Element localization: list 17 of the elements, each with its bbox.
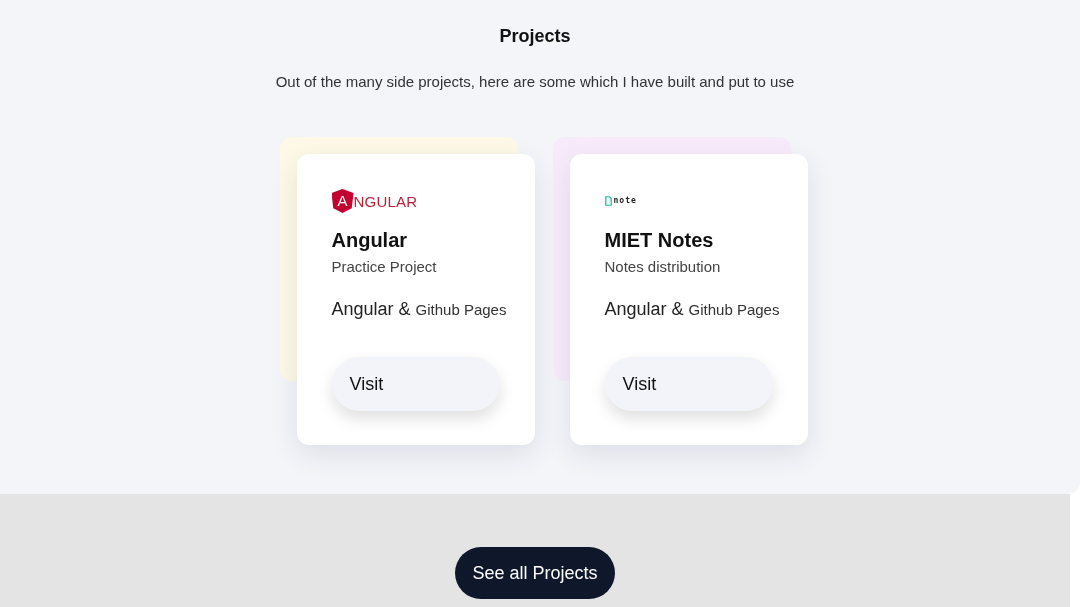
- hosting-text: Github Pages: [415, 300, 507, 320]
- logo-text: NGULAR: [353, 193, 418, 209]
- logo-mark: A: [331, 189, 354, 213]
- project-title: Angular: [331, 228, 408, 253]
- see-all-projects-button[interactable]: See all Projects: [455, 547, 615, 599]
- section-title: Projects: [499, 25, 571, 48]
- hosting-text: Github Pages: [688, 300, 780, 320]
- visit-button[interactable]: Visit: [604, 357, 773, 411]
- visit-button[interactable]: Visit: [331, 357, 500, 411]
- logo-text: note: [613, 197, 637, 205]
- stack-text: Angular &: [331, 298, 411, 321]
- project-title: MIET Notes: [604, 228, 714, 253]
- project-description: Practice Project: [331, 257, 437, 277]
- section-subtitle: Out of the many side projects, here are some which I have built and put to use: [275, 72, 795, 92]
- page-icon: [604, 196, 612, 206]
- project-description: Notes distribution: [604, 257, 721, 277]
- stack-text: Angular &: [604, 298, 684, 321]
